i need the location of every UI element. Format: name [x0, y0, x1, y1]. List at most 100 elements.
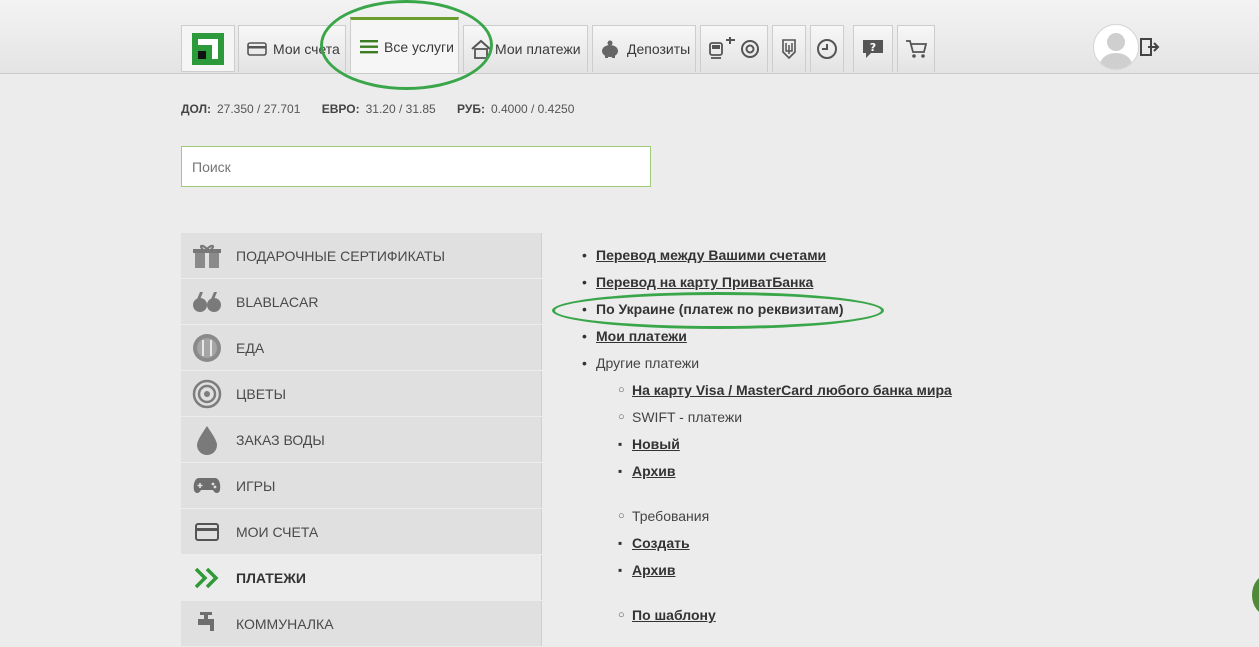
template-group: По шаблону — [582, 604, 952, 631]
sidebar-item-label: BLABLACAR — [236, 293, 319, 310]
sidebar-item-blablacar[interactable]: BLABLACAR — [181, 279, 542, 324]
sidebar-item-my-accounts[interactable]: МОИ СЧЕТА — [181, 509, 542, 554]
link-ukraine-payment[interactable]: По Украине (платеж по реквизитам) — [596, 301, 844, 317]
payments-list: Перевод между Вашими счетами Перевод на … — [582, 244, 952, 379]
tab-label: Все услуги — [384, 38, 454, 55]
link-transfer-to-privatbank-card[interactable]: Перевод на карту ПриватБанка — [596, 274, 813, 290]
other-payments-label: Другие платежи — [596, 355, 700, 371]
rate-label-eur: ЕВРО: — [321, 102, 360, 116]
link-my-payments[interactable]: Мои платежи — [596, 328, 687, 344]
tab-my-accounts[interactable]: Мои счета — [238, 25, 346, 72]
rate-value-eur: 31.20 / 31.85 — [365, 102, 436, 116]
list-item: Перевод на карту ПриватБанка — [582, 271, 952, 298]
link-transfer-own-accounts[interactable]: Перевод между Вашими счетами — [596, 247, 826, 263]
list-item: На карту Visa / MasterCard любого банка … — [618, 379, 952, 406]
user-avatar-icon — [1100, 33, 1132, 69]
tab-deposits[interactable]: Депозиты — [592, 25, 696, 72]
sidebar-item-payments[interactable]: ПЛАТЕЖИ — [181, 555, 542, 600]
cart-icon — [906, 40, 927, 58]
sidebar-item-label: ИГРЫ — [236, 477, 276, 494]
water-drop-icon — [191, 424, 223, 456]
rate-value-rub: 0.4000 / 0.4250 — [490, 102, 575, 116]
quote-icon — [191, 286, 223, 318]
house-icon — [471, 39, 491, 59]
privatbank-logo[interactable] — [181, 25, 235, 72]
list-item: SWIFT - платежи — [618, 406, 952, 433]
sidebar-item-label: ПОДАРОЧНЫЕ СЕРТИФИКАТЫ — [236, 247, 445, 264]
ukraine-emblem-icon — [782, 39, 796, 59]
payments-links: Перевод между Вашими счетами Перевод на … — [582, 244, 952, 631]
tab-label: Мои платежи — [495, 41, 581, 57]
list-item: Архив — [582, 559, 952, 586]
card-icon — [191, 516, 223, 548]
tab-history[interactable] — [810, 25, 844, 72]
link-requirement-create[interactable]: Создать — [632, 535, 690, 551]
sidebar-item-label: ЕДА — [236, 339, 265, 356]
requirements-list: Создать Архив — [582, 532, 952, 586]
piggy-bank-icon — [602, 40, 618, 58]
sidebar-item-food[interactable]: ЕДА — [181, 325, 542, 370]
services-sidebar: ПОДАРОЧНЫЕ СЕРТИФИКАТЫ BLABLACAR ЕДА ЦВЕ… — [181, 233, 542, 647]
gift-icon — [191, 240, 223, 272]
list-icon — [360, 39, 378, 53]
tab-travel[interactable] — [700, 25, 768, 72]
privatbank-logo-icon — [192, 32, 224, 65]
list-item: По Украине (платеж по реквизитам) — [582, 298, 952, 325]
faucet-icon — [191, 608, 223, 640]
rate-value-usd: 27.350 / 27.701 — [217, 102, 301, 116]
sidebar-item-label: МОИ СЧЕТА — [236, 523, 319, 540]
transport-icon — [709, 37, 735, 59]
link-swift-archive[interactable]: Архив — [632, 463, 675, 479]
link-swift-new[interactable]: Новый — [632, 436, 680, 452]
tab-all-services[interactable]: Все услуги — [350, 17, 459, 73]
list-item: Перевод между Вашими счетами — [582, 244, 952, 271]
list-item: Создать — [582, 532, 952, 559]
sidebar-item-label: КОММУНАЛКА — [236, 615, 334, 632]
sidebar-item-label: ЦВЕТЫ — [236, 385, 286, 402]
list-item: По шаблону — [618, 604, 952, 631]
list-item: Новый — [582, 433, 952, 460]
search-input[interactable] — [181, 146, 651, 187]
food-icon — [191, 332, 223, 364]
tab-shop[interactable] — [897, 25, 935, 72]
swift-label: SWIFT - платежи — [632, 409, 743, 425]
link-requirement-archive[interactable]: Архив — [632, 562, 675, 578]
link-card-any-bank[interactable]: На карту Visa / MasterCard любого банка … — [632, 382, 952, 398]
sidebar-item-label: ЗАКАЗ ВОДЫ — [236, 431, 325, 448]
tab-label: Мои счета — [273, 41, 340, 57]
tab-my-payments[interactable]: Мои платежи — [463, 25, 588, 72]
history-icon — [817, 39, 837, 59]
link-by-template[interactable]: По шаблону — [632, 607, 716, 623]
list-item: Требования — [618, 505, 952, 532]
svg-text:?: ? — [870, 41, 876, 54]
logout-icon[interactable] — [1140, 37, 1160, 57]
list-item: Мои платежи — [582, 325, 952, 352]
swift-list: Новый Архив — [582, 433, 952, 487]
sidebar-item-flowers[interactable]: ЦВЕТЫ — [181, 371, 542, 416]
rate-label-usd: ДОЛ: — [181, 102, 211, 116]
help-icon: ? — [863, 40, 883, 58]
top-navigation-bar: Мои счета Все услуги Мои платежи Депозит… — [0, 0, 1259, 74]
sidebar-item-label: ПЛАТЕЖИ — [236, 569, 306, 586]
requirements-label: Требования — [632, 508, 710, 524]
requirements-group: Требования — [582, 505, 952, 532]
card-icon — [247, 42, 267, 56]
side-widget-button[interactable] — [1252, 575, 1259, 615]
avatar[interactable] — [1093, 24, 1139, 70]
tab-label: Депозиты — [627, 41, 691, 57]
sidebar-item-games[interactable]: ИГРЫ — [181, 463, 542, 508]
tab-help[interactable]: ? — [853, 25, 893, 72]
list-item: Архив — [582, 460, 952, 487]
flower-icon — [191, 378, 223, 410]
tab-government[interactable] — [772, 25, 806, 72]
sidebar-item-gift-certificates[interactable]: ПОДАРОЧНЫЕ СЕРТИФИКАТЫ — [181, 233, 542, 278]
exchange-rates: ДОЛ: 27.350 / 27.701 ЕВРО: 31.20 / 31.85 Р… — [181, 102, 592, 116]
list-item: Другие платежи — [582, 352, 952, 379]
rate-label-rub: РУБ: — [457, 102, 485, 116]
other-payments-list: На карту Visa / MasterCard любого банка … — [582, 379, 952, 433]
lifebuoy-icon — [741, 40, 759, 58]
gamepad-icon — [191, 470, 223, 502]
double-chevron-icon — [191, 562, 223, 594]
sidebar-item-utilities[interactable]: КОММУНАЛКА — [181, 601, 542, 646]
sidebar-item-water-order[interactable]: ЗАКАЗ ВОДЫ — [181, 417, 542, 462]
